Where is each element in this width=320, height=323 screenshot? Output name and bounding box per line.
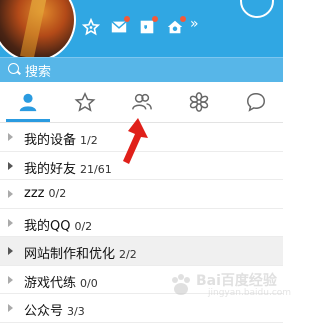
group-count: 0/2 [48, 187, 67, 200]
avatar[interactable] [0, 0, 76, 57]
group-name: 我的设备 [24, 133, 77, 148]
chat-icon [247, 93, 265, 112]
group-count: 1/2 [80, 134, 98, 147]
flower-icon [189, 92, 209, 112]
search-input[interactable]: 搜索 [25, 61, 51, 80]
tab-messages[interactable] [228, 82, 284, 122]
expand-arrow-icon[interactable] [8, 275, 13, 284]
star-icon [74, 91, 96, 112]
expand-arrow-icon[interactable] [8, 304, 13, 312]
group-count: 21/61 [80, 162, 112, 176]
expand-arrow-icon[interactable] [8, 247, 13, 255]
notification-dot [152, 16, 158, 22]
group-name: 我的QQ [24, 218, 71, 234]
search-bar[interactable]: 搜索 [0, 57, 283, 82]
avatar-image [20, 0, 50, 57]
expand-arrow-icon[interactable] [8, 218, 13, 227]
tab-contacts[interactable] [0, 82, 56, 122]
list-item[interactable]: zzz 0/2 [0, 180, 283, 209]
group-count: 2/2 [119, 248, 137, 261]
notification-dot [124, 16, 130, 22]
more-icon[interactable]: » [190, 16, 199, 32]
list-item[interactable]: 网站制作和优化 2/2 [0, 237, 283, 266]
group-count: 0/0 [80, 276, 98, 290]
group-name: 游戏代练 [24, 275, 77, 291]
list-item[interactable]: 我的QQ 0/2 [0, 209, 283, 237]
group-icon [132, 93, 152, 110]
mail-icon[interactable] [110, 16, 130, 36]
star-icon[interactable] [82, 18, 100, 36]
tab-apps[interactable] [171, 82, 227, 122]
expand-arrow-icon[interactable] [8, 190, 13, 198]
expand-arrow-icon[interactable] [8, 133, 13, 141]
group-count: 0/2 [74, 219, 93, 233]
watermark-logo: Bai百度经验 jingyan.baidu.com [168, 270, 291, 304]
tab-favorites[interactable] [57, 82, 113, 122]
search-icon [8, 63, 19, 74]
expand-arrow-icon[interactable] [8, 161, 13, 170]
group-name: 我的好友 [24, 161, 77, 177]
annotation-arrow [123, 118, 148, 164]
active-tab-indicator [6, 119, 50, 122]
person-icon [19, 93, 37, 112]
paw-icon [172, 274, 190, 295]
group-name: zzz [24, 186, 45, 201]
skin-icon[interactable] [240, 0, 274, 18]
home-icon[interactable] [166, 16, 186, 36]
photo-icon[interactable] [138, 16, 158, 36]
notification-dot [180, 16, 186, 22]
group-name: 网站制作和优化 [24, 247, 116, 262]
title-bar: » [0, 0, 283, 57]
